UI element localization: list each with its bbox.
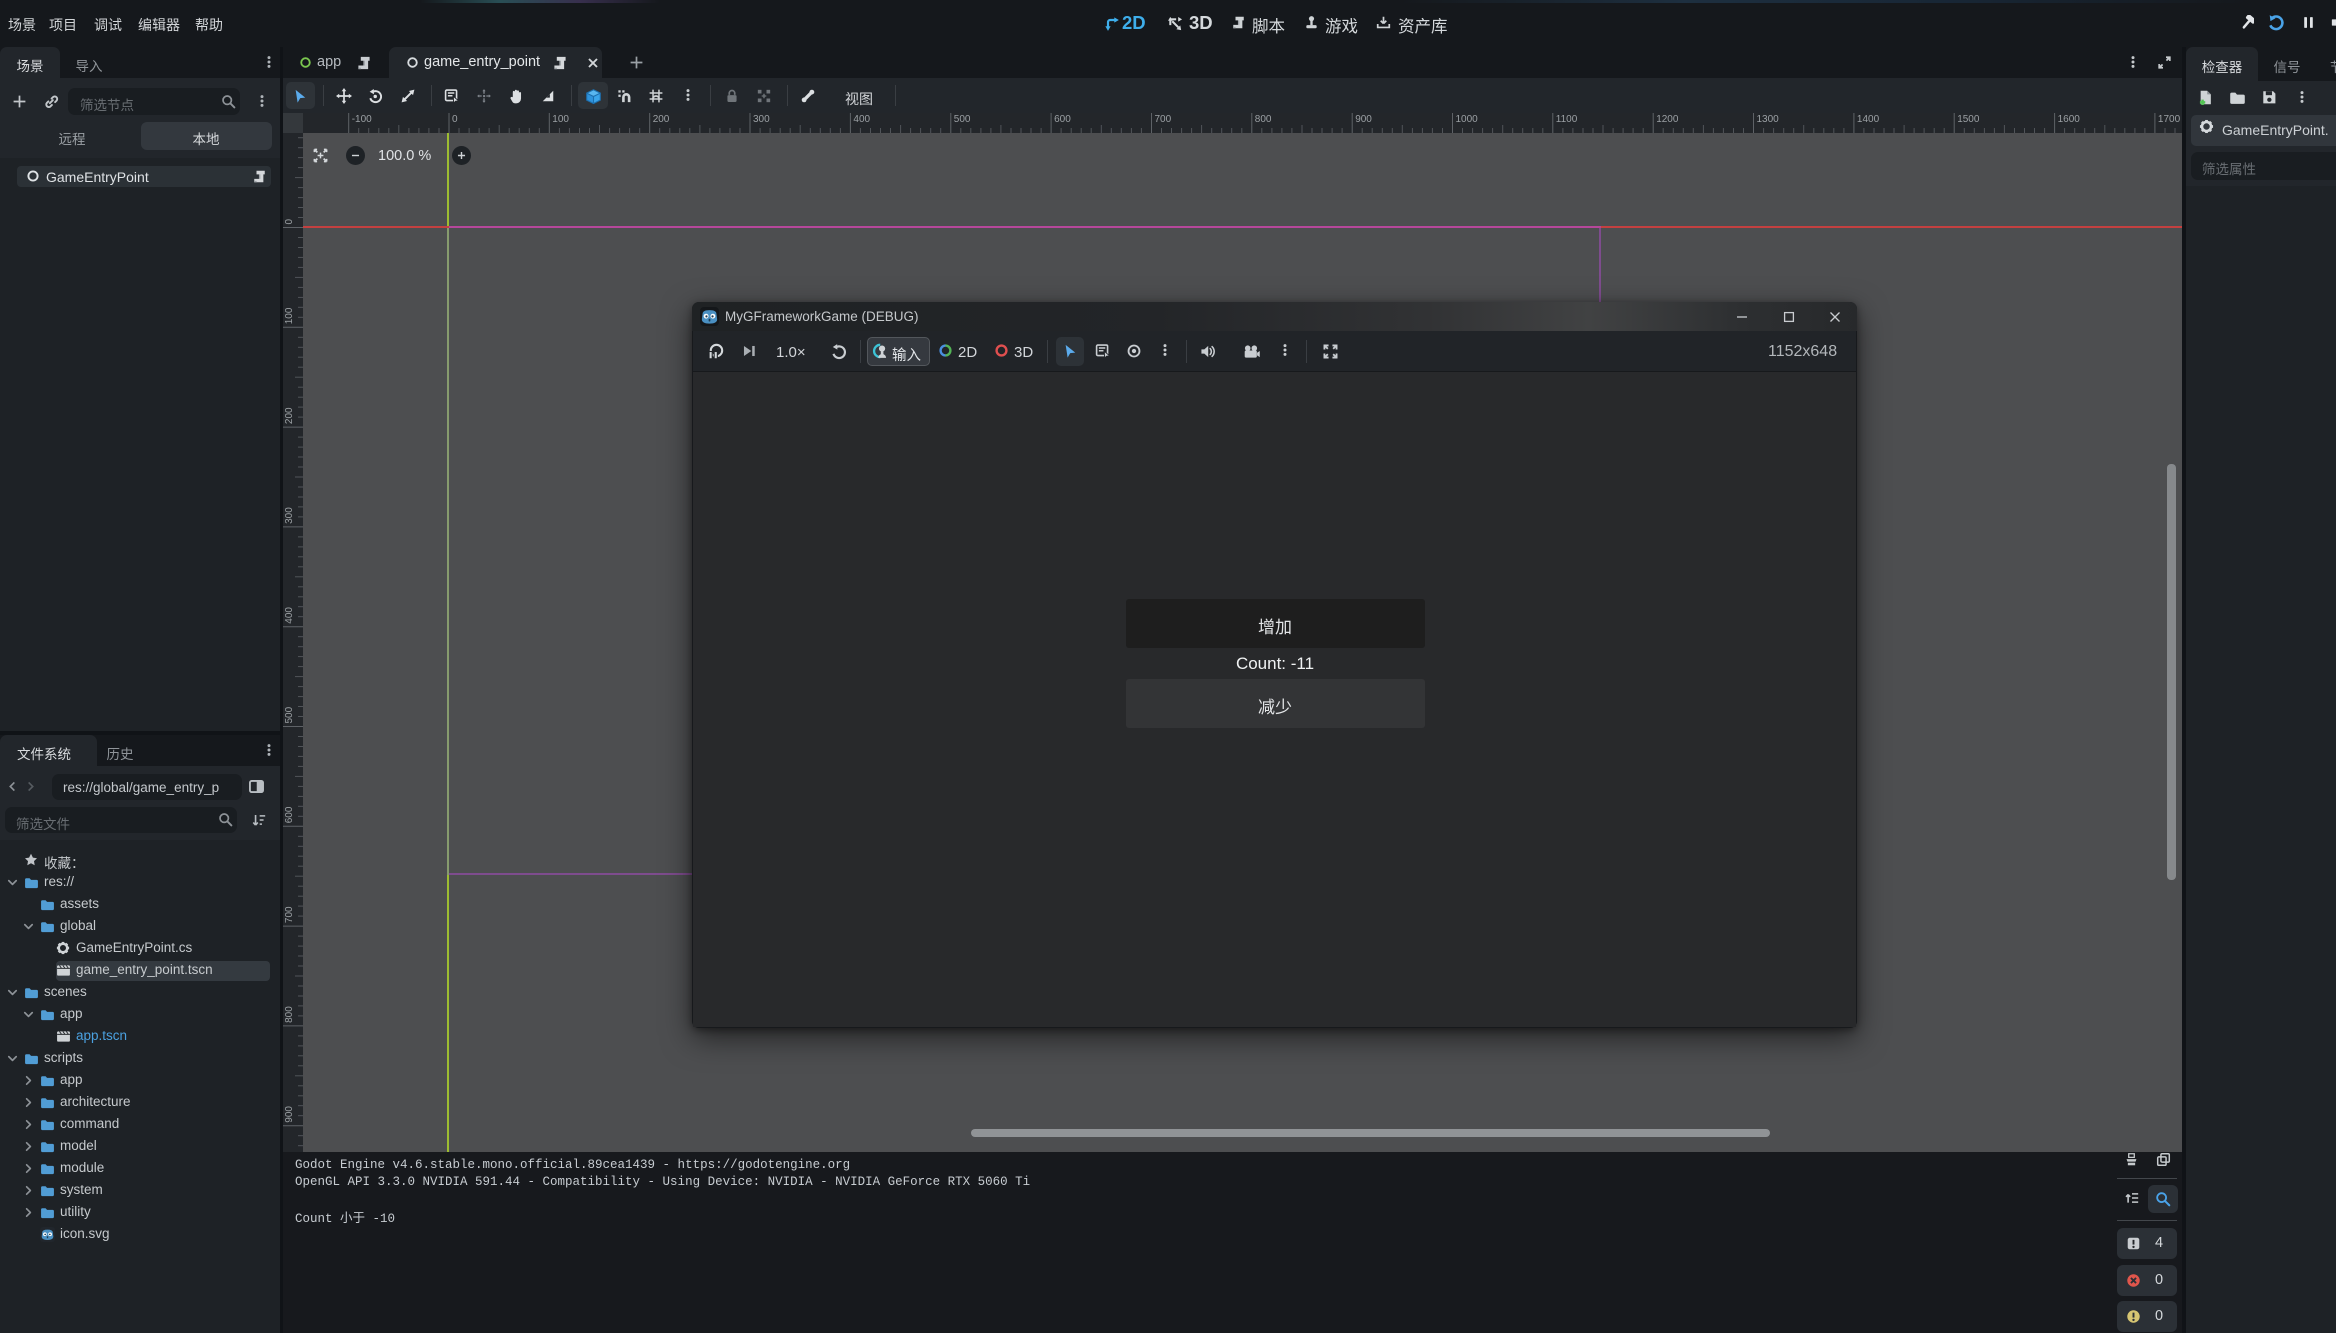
svg-text:200: 200 (653, 114, 670, 125)
svg-text:300: 300 (284, 507, 295, 524)
svg-text:1100: 1100 (1556, 114, 1578, 125)
svg-text:1700: 1700 (2158, 114, 2181, 125)
svg-text:800: 800 (284, 1006, 295, 1023)
svg-text:0: 0 (284, 219, 295, 225)
svg-text:900: 900 (1355, 114, 1372, 125)
svg-text:0: 0 (452, 114, 458, 125)
svg-text:500: 500 (284, 706, 295, 723)
svg-text:1200: 1200 (1656, 114, 1679, 125)
svg-text:100: 100 (284, 307, 295, 324)
svg-text:1400: 1400 (1857, 114, 1880, 125)
svg-text:600: 600 (1054, 114, 1071, 125)
svg-text:400: 400 (853, 114, 870, 125)
svg-text:-100: -100 (352, 114, 372, 125)
svg-text:1300: 1300 (1757, 114, 1780, 125)
svg-text:700: 700 (284, 906, 295, 923)
svg-text:1500: 1500 (1957, 114, 1980, 125)
svg-text:800: 800 (1255, 114, 1272, 125)
svg-text:1000: 1000 (1456, 114, 1479, 125)
svg-text:300: 300 (753, 114, 770, 125)
svg-text:100: 100 (552, 114, 569, 125)
svg-text:200: 200 (284, 407, 295, 424)
svg-text:400: 400 (284, 607, 295, 624)
svg-text:500: 500 (954, 114, 971, 125)
svg-text:900: 900 (284, 1106, 295, 1123)
svg-text:700: 700 (1155, 114, 1172, 125)
svg-text:1600: 1600 (2058, 114, 2081, 125)
svg-text:600: 600 (284, 806, 295, 823)
